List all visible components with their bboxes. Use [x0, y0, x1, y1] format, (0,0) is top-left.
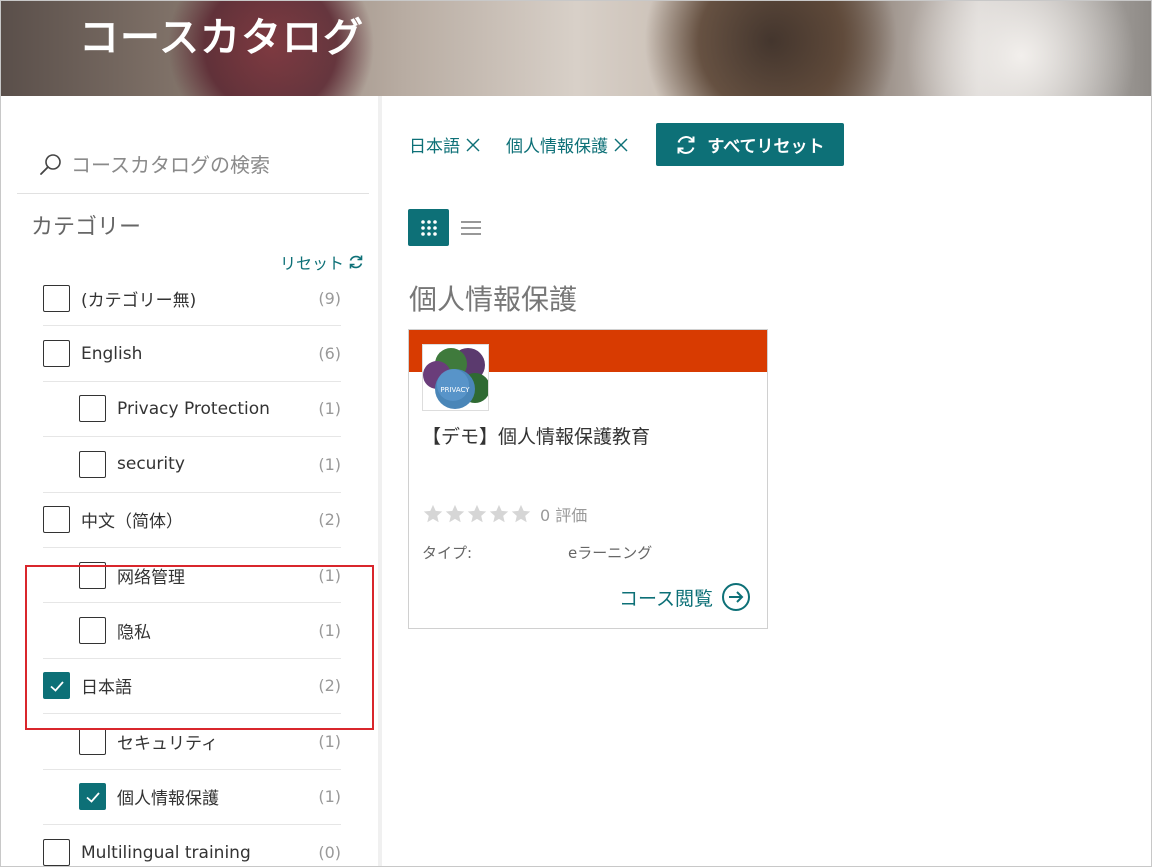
category-item[interactable]: Multilingual training (0) [43, 825, 341, 866]
category-item[interactable]: 中文（简体） (2) [43, 493, 341, 548]
category-checkbox[interactable] [79, 727, 106, 755]
category-checkbox[interactable] [79, 561, 106, 589]
refresh-icon [349, 255, 363, 269]
reset-all-label: すべてリセット [707, 137, 825, 157]
hero-banner: コースカタログ [1, 1, 1151, 96]
grid-icon [420, 219, 437, 236]
category-item[interactable]: セキュリティ (1) [43, 714, 341, 770]
star-icon [489, 504, 509, 523]
hero-photo-shape [621, 1, 921, 96]
section-title: 個人情報保護 [409, 283, 578, 316]
category-count: (2) [318, 676, 341, 696]
category-label: 网络管理 [117, 567, 185, 588]
filter-chip-label: 日本語 [409, 137, 460, 157]
page-title: コースカタログ [79, 15, 364, 61]
category-checkbox[interactable] [43, 284, 70, 312]
category-label: 個人情報保護 [117, 789, 219, 810]
category-checkbox[interactable] [43, 672, 70, 700]
thumbnail-caption: PRIVACY [440, 386, 470, 394]
category-count: (6) [318, 344, 341, 364]
star-icon [423, 504, 443, 523]
category-label: セキュリティ [117, 733, 218, 754]
filter-chip-label: 個人情報保護 [506, 137, 608, 157]
grid-view-button[interactable] [408, 209, 449, 246]
close-icon[interactable] [466, 138, 480, 152]
star-icon [445, 504, 465, 523]
search-icon [40, 153, 61, 175]
view-course-label: コース閲覧 [618, 587, 713, 610]
filter-chip-language[interactable]: 日本語 [409, 132, 480, 157]
category-checkbox[interactable] [79, 783, 106, 811]
list-view-button[interactable] [459, 216, 483, 240]
category-item[interactable]: 個人情報保護 (1) [43, 770, 341, 825]
category-label: 日本語 [81, 678, 132, 699]
category-item[interactable]: (カテゴリー無) (9) [43, 271, 341, 327]
category-label: 中文（简体） [81, 512, 183, 533]
category-count: (1) [318, 454, 341, 474]
category-label: security [117, 454, 185, 475]
category-item[interactable]: security (1) [43, 437, 341, 493]
category-count: (1) [318, 787, 341, 807]
reset-all-button[interactable]: すべてリセット [656, 123, 844, 166]
course-type-value: eラーニング [568, 544, 653, 562]
star-icon [511, 504, 531, 523]
refresh-icon [677, 135, 695, 154]
category-label: Privacy Protection [117, 398, 270, 419]
category-count: (1) [318, 399, 341, 419]
category-heading: カテゴリー [31, 215, 142, 240]
checkmark-icon [85, 792, 100, 803]
category-checkbox[interactable] [43, 839, 70, 866]
category-item[interactable]: 日本語 (2) [43, 659, 341, 715]
course-type-label: タイプ: [422, 544, 473, 562]
checkmark-icon [49, 681, 64, 692]
category-checkbox[interactable] [79, 450, 106, 478]
category-count: (1) [318, 621, 341, 641]
course-rating: 0 評価 [422, 502, 587, 526]
category-sidebar: カテゴリー リセット (カテゴリー無)(9)English(6)Privacy … [3, 96, 382, 866]
search-box[interactable] [17, 136, 369, 194]
category-checkbox[interactable] [79, 395, 106, 423]
course-thumbnail: PRIVACY [422, 344, 489, 411]
filter-chip-topic[interactable]: 個人情報保護 [506, 132, 628, 157]
category-label: 隐私 [117, 623, 151, 644]
search-input[interactable] [71, 152, 361, 177]
category-item[interactable]: 网络管理 (1) [43, 548, 341, 604]
category-item[interactable]: English (6) [43, 326, 341, 382]
category-count: (9) [318, 288, 341, 308]
main-content: 日本語 個人情報保護 すべてリセット 個人情報保護 PRIVACY 【デモ】個人… [384, 96, 1151, 866]
category-checkbox[interactable] [43, 506, 70, 534]
page-frame: コースカタログ カテゴリー リセット (カテゴリー無)(9)English(6)… [0, 0, 1152, 867]
category-label: Multilingual training [81, 842, 251, 863]
hero-photo-shape [881, 1, 1151, 96]
star-icon [467, 504, 487, 523]
category-count: (1) [318, 565, 341, 585]
category-list: (カテゴリー無) (9) English (6) Privacy Protection (… [43, 271, 341, 866]
category-label: (カテゴリー無) [81, 290, 197, 311]
rating-count: 0 評価 [540, 506, 588, 525]
course-card[interactable]: PRIVACY 【デモ】個人情報保護教育 0 評価 タイプ: eラーニング コー… [408, 329, 768, 629]
rating-stars [422, 503, 532, 525]
category-count: (0) [318, 843, 341, 863]
view-toggle [408, 209, 483, 246]
list-icon [461, 220, 481, 235]
category-checkbox[interactable] [43, 340, 70, 368]
category-label: English [81, 343, 143, 364]
active-filters: 日本語 個人情報保護 すべてリセット [409, 123, 844, 166]
category-item[interactable]: Privacy Protection (1) [43, 382, 341, 438]
category-checkbox[interactable] [79, 617, 106, 645]
category-count: (2) [318, 510, 341, 530]
category-item[interactable]: 隐私 (1) [43, 603, 341, 659]
category-count: (1) [318, 731, 341, 751]
arrow-circle-right-icon [722, 583, 750, 611]
view-course-link[interactable]: コース閲覧 [619, 582, 751, 612]
close-icon[interactable] [614, 138, 628, 152]
course-title[interactable]: 【デモ】個人情報保護教育 [422, 422, 650, 449]
